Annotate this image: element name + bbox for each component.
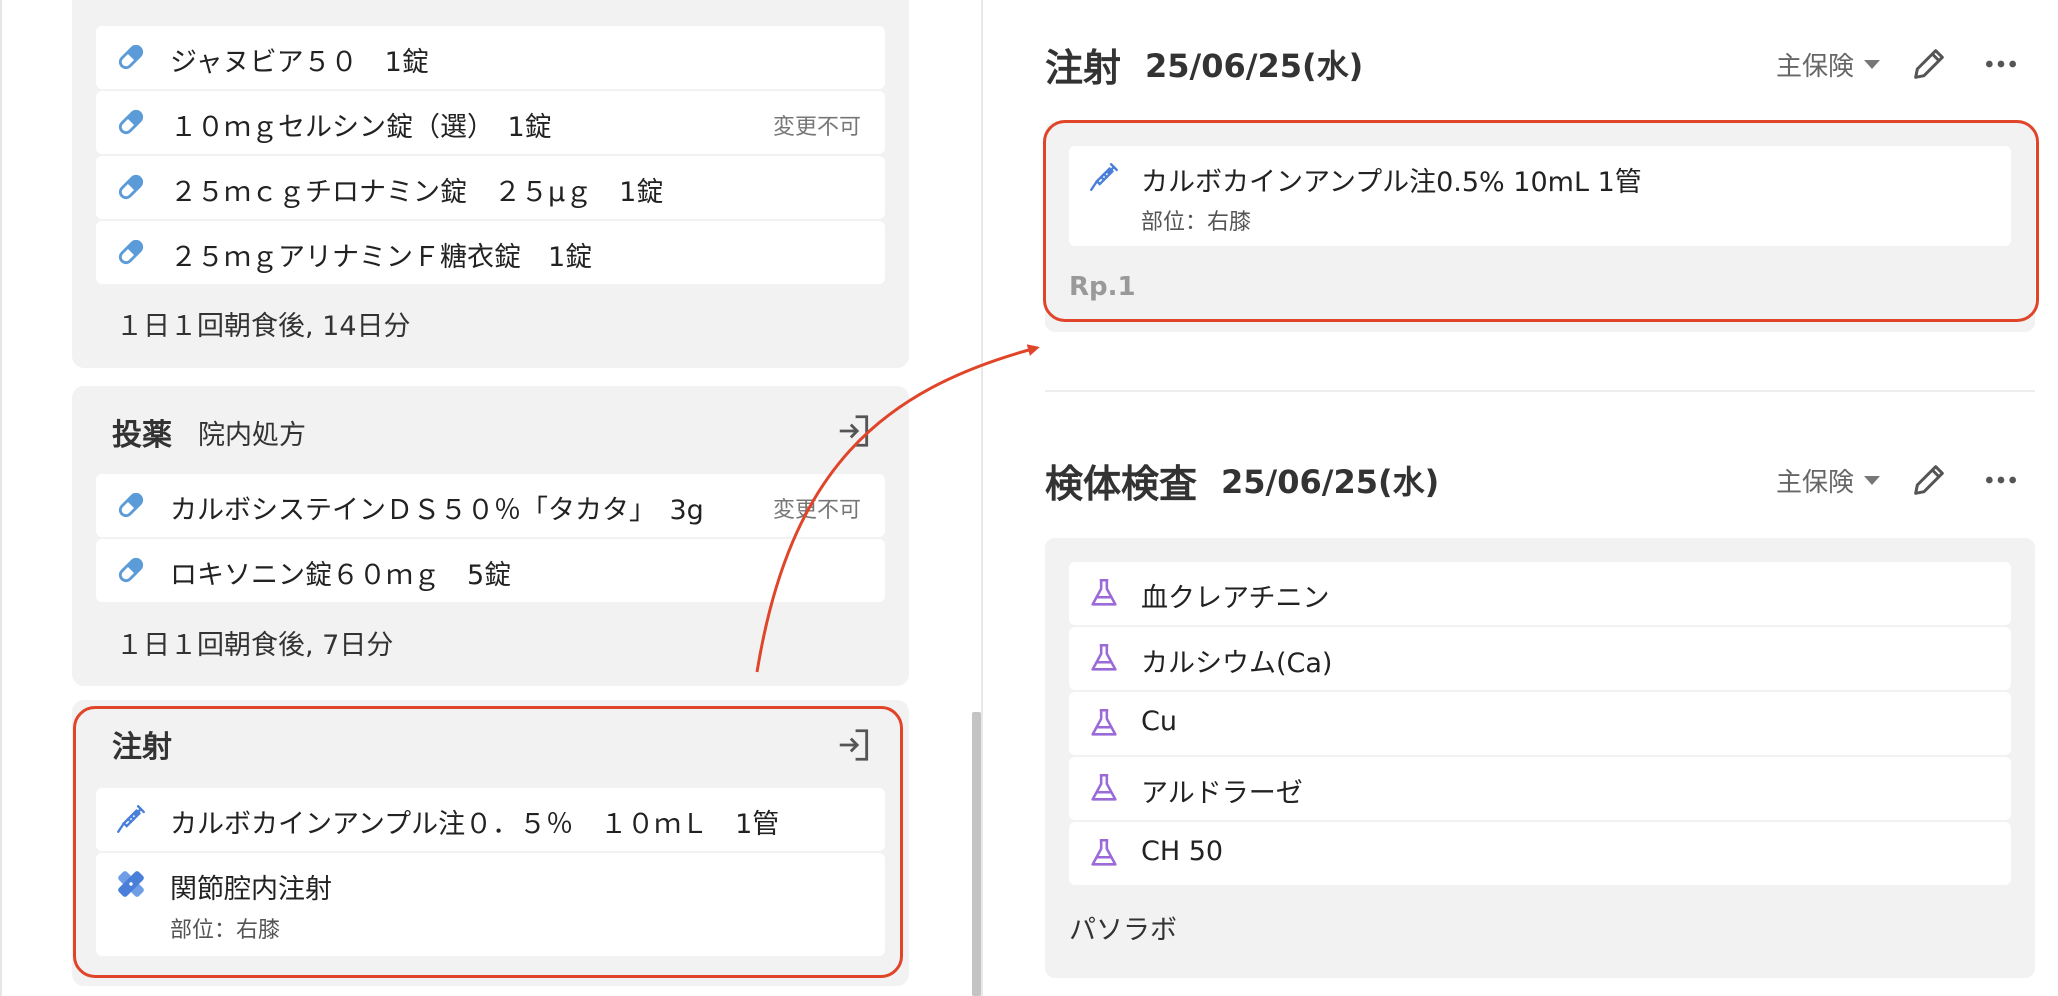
no-substitution-badge: 変更不可 <box>772 498 861 523</box>
pill-icon <box>118 109 144 135</box>
bandage-icon <box>118 871 144 897</box>
list-item[interactable]: カルボシステインＤＳ５０％「タカタ」 3g 変更不可 <box>96 474 885 537</box>
pill-icon <box>118 557 144 583</box>
section-date: 25/06/25(水) <box>1221 463 1440 501</box>
list-item[interactable]: カルボカインアンプル注０．５％ １０ｍＬ 1管 <box>96 788 885 851</box>
syringe-icon <box>117 805 145 833</box>
more-icon[interactable] <box>1981 44 2021 84</box>
list-item[interactable]: CH 50 <box>1069 822 2011 885</box>
syringe-icon <box>1090 163 1118 191</box>
list-item[interactable]: 関節腔内注射 部位：右膝 <box>96 853 885 956</box>
right-pane: 注射 25/06/25(水) 主保険 カルボカインアンプル注0.5% 10mL … <box>983 0 2058 996</box>
lab-order-card: 血クレアチニン カルシウム(Ca) Cu アルドラーゼ CH 50 パソラボ <box>1045 538 2035 978</box>
insurance-label: 主保険 <box>1775 467 1854 498</box>
dosage-instructions: １日１回朝食後, 14日分 <box>116 311 411 342</box>
test-name: CH 50 <box>1141 836 1224 867</box>
injection-order-card: カルボカインアンプル注0.5% 10mL 1管 部位：右膝 Rp.1 <box>1045 122 2035 332</box>
insurance-dropdown[interactable]: 主保険 <box>1776 462 1880 499</box>
more-icon[interactable] <box>1981 460 2021 500</box>
pill-icon <box>118 174 144 200</box>
pencil-icon[interactable] <box>1909 44 1949 84</box>
flask-icon <box>1091 643 1117 671</box>
flask-icon <box>1091 838 1117 866</box>
list-item[interactable]: 血クレアチニン <box>1069 562 2011 625</box>
list-item[interactable]: アルドラーゼ <box>1069 757 2011 820</box>
flask-icon <box>1091 708 1117 736</box>
caret-down-icon <box>1864 475 1880 485</box>
list-item[interactable]: Cu <box>1069 692 2011 755</box>
injection-section-header: 注射 25/06/25(水) 主保険 <box>1045 34 2035 94</box>
no-substitution-badge: 変更不可 <box>772 115 861 140</box>
card-title: 投薬 <box>112 418 172 453</box>
injection-card: 注射 カルボカインアンプル注０．５％ １０ｍＬ 1管 関節腔内注射 部位：右膝 <box>72 700 909 986</box>
list-item[interactable]: ２５ｍｇアリナミンＦ糖衣錠 1錠 <box>96 221 885 284</box>
dosage-instructions: １日１回朝食後, 7日分 <box>116 630 394 661</box>
medication-card-1: ジャヌビア５０ 1錠 １０ｍｇセルシン錠（選） 1錠 変更不可 ２５ｍｃｇチロナ… <box>72 0 909 368</box>
medication-name: ジャヌビア５０ 1錠 <box>170 47 429 78</box>
medication-card-2: 投薬 院内処方 カルボシステインＤＳ５０％「タカタ」 3g 変更不可 ロキソニン… <box>72 386 909 686</box>
insurance-dropdown[interactable]: 主保険 <box>1776 46 1880 83</box>
pencil-icon[interactable] <box>1909 460 1949 500</box>
left-pane: ジャヌビア５０ 1錠 １０ｍｇセルシン錠（選） 1錠 変更不可 ２５ｍｃｇチロナ… <box>0 0 977 996</box>
section-title: 注射 <box>1045 45 1122 90</box>
test-name: 血クレアチニン <box>1141 583 1330 614</box>
section-date: 25/06/25(水) <box>1145 47 1364 85</box>
medication-name: ２５ｍｇアリナミンＦ糖衣錠 1錠 <box>170 242 593 273</box>
list-item[interactable]: ロキソニン錠６０ｍｇ 5錠 <box>96 539 885 602</box>
medication-name: １０ｍｇセルシン錠（選） 1錠 <box>170 112 552 143</box>
flask-icon <box>1091 578 1117 606</box>
medication-name: カルボシステインＤＳ５０％「タカタ」 3g <box>170 495 704 526</box>
medication-name: カルボカインアンプル注0.5% 10mL 1管 <box>1141 167 1642 198</box>
caret-down-icon <box>1864 59 1880 69</box>
flask-icon <box>1091 773 1117 801</box>
list-item[interactable]: カルシウム(Ca) <box>1069 627 2011 690</box>
section-divider <box>1045 390 2035 392</box>
section-title: 検体検査 <box>1045 461 1198 506</box>
insurance-label: 主保険 <box>1775 51 1854 82</box>
rp-label: Rp.1 <box>1069 272 1136 302</box>
pill-icon <box>118 492 144 518</box>
list-item[interactable]: ジャヌビア５０ 1錠 <box>96 26 885 89</box>
procedure-name: 関節腔内注射 <box>170 874 332 905</box>
card-header: 投薬 院内処方 <box>112 410 306 454</box>
import-icon[interactable] <box>835 726 873 764</box>
injection-site: 部位：右膝 <box>1141 210 1252 235</box>
lab-section-header: 検体検査 25/06/25(水) 主保険 <box>1045 450 2035 510</box>
card-header: 注射 <box>112 722 172 766</box>
pill-icon <box>118 239 144 265</box>
list-item[interactable]: １０ｍｇセルシン錠（選） 1錠 変更不可 <box>96 91 885 154</box>
lab-provider: パソラボ <box>1069 915 1177 946</box>
medication-name: ２５ｍｃｇチロナミン錠 ２５μｇ 1錠 <box>170 177 664 208</box>
card-title: 注射 <box>112 730 172 765</box>
test-name: アルドラーゼ <box>1141 778 1303 809</box>
card-subtitle: 院内処方 <box>198 419 306 451</box>
test-name: カルシウム(Ca) <box>1141 648 1333 679</box>
list-item[interactable]: カルボカインアンプル注0.5% 10mL 1管 部位：右膝 <box>1069 146 2011 246</box>
list-item[interactable]: ２５ｍｃｇチロナミン錠 ２５μｇ 1錠 <box>96 156 885 219</box>
medication-name: カルボカインアンプル注０．５％ １０ｍＬ 1管 <box>170 809 780 840</box>
import-icon[interactable] <box>835 412 873 450</box>
test-name: Cu <box>1141 706 1177 737</box>
injection-site: 部位：右膝 <box>170 918 281 943</box>
pill-icon <box>118 44 144 70</box>
scrollbar[interactable] <box>972 712 981 996</box>
medication-name: ロキソニン錠６０ｍｇ 5錠 <box>170 560 512 591</box>
